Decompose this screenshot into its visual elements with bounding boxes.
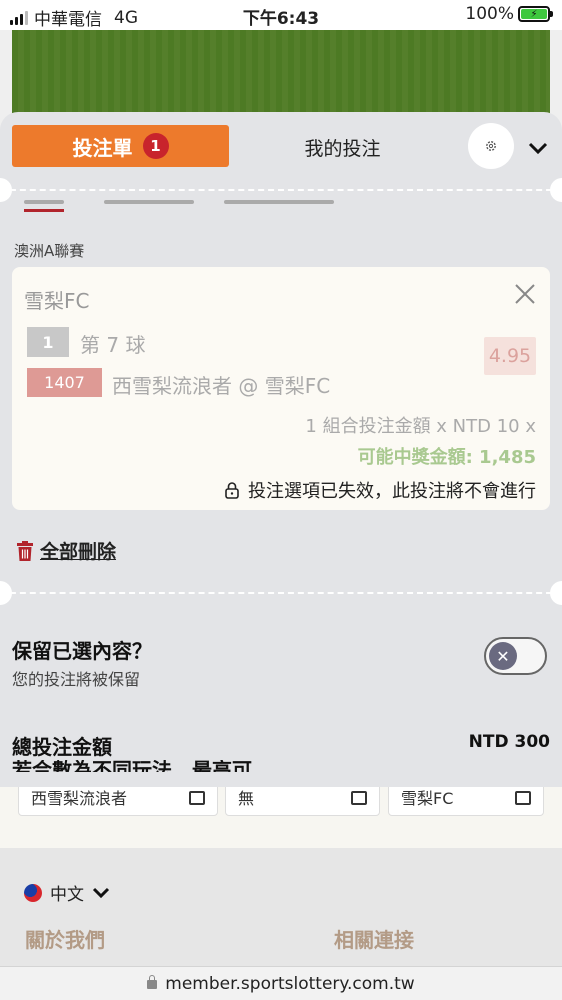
divider xyxy=(0,189,562,191)
odds-value: 4.95 xyxy=(484,337,536,375)
footer-link-related[interactable]: 相關連接 xyxy=(334,924,414,953)
combo-stake-text: 1 組合投注金額 x NTD 10 x xyxy=(305,416,536,437)
ticket-notch xyxy=(550,178,562,202)
lock-icon xyxy=(225,482,239,499)
stake-note: 若合數為不同玩法，最高可 xyxy=(12,760,252,772)
keep-selection-title: 保留已選內容？ xyxy=(12,639,152,663)
select-icon xyxy=(189,791,205,805)
invalid-notice: 投注選項已失效，此投注將不會進行 xyxy=(224,477,536,503)
battery-icon: ⚡ xyxy=(518,6,553,22)
keep-selection-subtitle: 您的投注將被保留 xyxy=(12,670,141,689)
settings-button[interactable] xyxy=(468,123,514,169)
chevron-down-icon xyxy=(528,142,548,155)
divider xyxy=(0,592,562,594)
home-team-select-value: 西雪梨流浪者 xyxy=(31,789,128,808)
language-selector[interactable]: 中文 xyxy=(24,880,110,905)
url-text: member.sportslottery.com.tw xyxy=(165,974,415,994)
bet-slip-panel: 投注單 1 我的投注 澳洲A聯賽 雪梨FC 1 第 7 球 4.95 1407 … xyxy=(0,112,562,787)
toggle-off-icon: ✕ xyxy=(489,642,517,670)
market-number-chip: 1 xyxy=(27,327,69,357)
away-team-select-value: 雪梨FC xyxy=(401,789,454,808)
invalid-notice-text: 投注選項已失效，此投注將不會進行 xyxy=(248,481,536,502)
chevron-down-icon xyxy=(92,887,110,898)
trash-icon xyxy=(17,540,33,561)
bet-team: 雪梨FC xyxy=(24,289,90,313)
bet-type-tabs xyxy=(24,196,354,212)
footer-link-about[interactable]: 關於我們 xyxy=(25,924,105,953)
bet-count-badge: 1 xyxy=(142,133,169,159)
draw-select-value: 無 xyxy=(238,789,255,808)
ticket-notch xyxy=(550,581,562,605)
gear-icon xyxy=(486,141,496,151)
active-tab-underline xyxy=(24,209,64,212)
selection-name: 西雪梨流浪者 @ 雪梨FC xyxy=(112,374,331,398)
lock-icon xyxy=(147,975,158,989)
league-name: 澳洲A聯賽 xyxy=(14,242,85,260)
bet-card: 雪梨FC 1 第 7 球 4.95 1407 西雪梨流浪者 @ 雪梨FC 1 組… xyxy=(12,267,550,510)
close-icon xyxy=(515,284,535,304)
select-icon xyxy=(515,791,531,805)
browser-url-bar[interactable]: member.sportslottery.com.tw xyxy=(0,966,562,1000)
site-footer: 中文 關於我們 相關連接 xyxy=(0,848,562,966)
flag-icon xyxy=(24,883,42,902)
language-label: 中文 xyxy=(50,885,84,905)
delete-all-label: 全部刪除 xyxy=(40,541,117,563)
battery-percent: 100% xyxy=(465,4,514,24)
ticket-notch xyxy=(0,581,12,605)
total-stake-label: 總投注金額 xyxy=(12,735,112,759)
status-right: 100% ⚡ xyxy=(465,4,553,24)
ticket-notch xyxy=(0,178,12,202)
keep-selection-toggle[interactable]: ✕ xyxy=(484,637,547,675)
tab-bet-slip-label: 投注單 xyxy=(72,135,133,160)
total-stake-value: NTD 300 xyxy=(468,732,550,752)
field-image xyxy=(12,30,550,120)
tab-my-bets[interactable]: 我的投注 xyxy=(260,134,425,161)
market-name: 第 7 球 xyxy=(80,333,146,357)
potential-payout: 可能中獎金額: 1,485 xyxy=(357,447,536,468)
tab-bet-slip[interactable]: 投注單 1 xyxy=(12,125,229,167)
selection-code-chip: 1407 xyxy=(27,368,102,397)
status-bar: 中華電信 4G 下午6:43 100% ⚡ xyxy=(0,0,562,30)
delete-all-button[interactable]: 全部刪除 xyxy=(16,537,116,564)
remove-bet-button[interactable] xyxy=(514,283,536,305)
collapse-button[interactable] xyxy=(526,136,550,160)
select-icon xyxy=(351,791,367,805)
